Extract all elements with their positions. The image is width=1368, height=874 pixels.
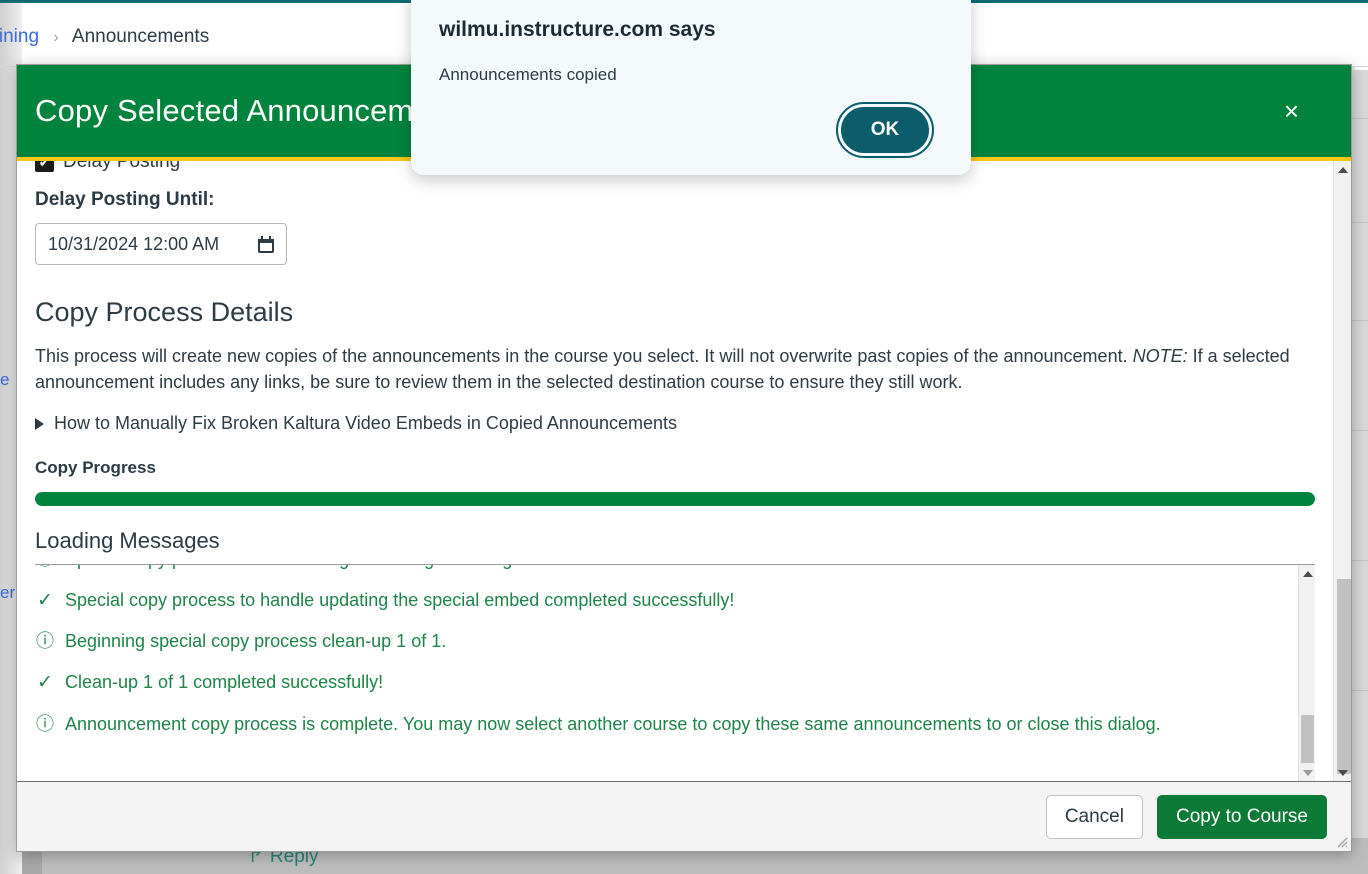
checkmark-icon: ✔ <box>38 161 51 170</box>
cancel-button[interactable]: Cancel <box>1045 794 1143 839</box>
breadcrumb: raining › Announcements <box>0 26 209 48</box>
modal-footer: Cancel Copy to Course <box>17 781 1351 851</box>
datetime-value: 10/31/2024 12:00 AM <box>48 233 220 254</box>
copy-progress-fill <box>35 492 1315 507</box>
background-link-fragment-1[interactable]: e <box>0 370 9 390</box>
modal-body-wrapper: ✔ Delay Posting Delay Posting Until: 10/… <box>17 161 1351 781</box>
modal-scroll-up-icon[interactable] <box>1334 161 1351 178</box>
log-message-text: Special copy process to handle updating … <box>65 589 735 610</box>
chevron-right-icon <box>35 417 44 430</box>
kaltura-help-label: How to Manually Fix Broken Kaltura Video… <box>54 413 678 434</box>
browser-alert-dialog: wilmu.instructure.com says Announcements… <box>411 0 971 175</box>
alert-actions: OK <box>439 102 943 158</box>
delay-posting-checkbox[interactable]: ✔ <box>35 161 54 172</box>
log-message-text: Clean-up 1 of 1 completed successfully! <box>65 671 384 692</box>
modal-scroll-down-icon[interactable] <box>1334 764 1351 781</box>
copy-process-details-heading: Copy Process Details <box>35 297 294 327</box>
info-circle-icon: ⓘ <box>35 565 55 571</box>
log-message-item: ⓘ Beginning special copy process clean-up… <box>35 621 1290 662</box>
log-message-item: ⓘ Announcement copy process is complete. … <box>35 704 1290 745</box>
check-icon: ✓ <box>37 589 53 611</box>
log-scrollbar[interactable] <box>1298 565 1315 781</box>
loading-messages-list: ⓘ Special copy process is still running. … <box>35 565 1298 781</box>
breadcrumb-current: Announcements <box>71 26 210 47</box>
loading-messages-panel: ⓘ Special copy process is still running. … <box>35 564 1315 781</box>
copy-to-course-button[interactable]: Copy to Course <box>1156 794 1327 839</box>
log-scroll-thumb[interactable] <box>1301 715 1314 764</box>
log-message-text: Beginning special copy process clean-up … <box>65 631 447 652</box>
description-part-1: This process will create new copies of t… <box>35 346 1133 366</box>
calendar-icon[interactable] <box>258 235 274 253</box>
log-message-text: Special copy process is still running. C… <box>65 565 667 571</box>
delay-posting-datetime-input[interactable]: 10/31/2024 12:00 AM <box>35 223 287 265</box>
background-link-fragment-2[interactable]: er <box>0 583 15 603</box>
copy-progress-label: Copy Progress <box>35 458 156 478</box>
modal-scrollbar[interactable] <box>1333 161 1351 781</box>
close-icon[interactable]: × <box>1276 94 1307 128</box>
delay-posting-until-label: Delay Posting Until: <box>35 189 215 210</box>
info-circle-icon: ⓘ <box>36 713 54 734</box>
copy-announcements-modal: Copy Selected Announcem × ✔ Delay Postin… <box>16 64 1352 852</box>
check-icon: ✓ <box>37 671 53 693</box>
delay-posting-label: Delay Posting <box>63 161 181 172</box>
description-note-label: NOTE: <box>1132 346 1188 366</box>
log-message-item: ✓ Clean-up 1 of 1 completed successfully! <box>35 662 1290 704</box>
log-message-item: ✓ Special copy process to handle updating… <box>35 580 1290 622</box>
kaltura-help-disclosure[interactable]: How to Manually Fix Broken Kaltura Video… <box>35 413 1315 434</box>
alert-ok-button[interactable]: OK <box>836 102 934 158</box>
modal-body: ✔ Delay Posting Delay Posting Until: 10/… <box>17 161 1333 781</box>
modal-title: Copy Selected Announcem <box>35 93 414 128</box>
copy-progress-bar <box>35 492 1315 507</box>
resize-grip-icon[interactable] <box>1334 834 1348 848</box>
copy-process-description: This process will create new copies of t… <box>35 344 1297 395</box>
alert-title: wilmu.instructure.com says <box>439 18 716 41</box>
loading-messages-heading: Loading Messages <box>35 528 220 554</box>
alert-message: Announcements copied <box>439 65 617 84</box>
log-scroll-up-icon[interactable] <box>1299 565 1315 582</box>
log-scroll-down-icon[interactable] <box>1299 764 1315 781</box>
log-message-item: ⓘ Special copy process is still running. … <box>35 565 1290 580</box>
breadcrumb-separator-icon: › <box>53 29 59 46</box>
modal-scroll-thumb[interactable] <box>1337 579 1351 774</box>
breadcrumb-course-link[interactable]: raining <box>0 26 39 47</box>
log-message-text: Announcement copy process is complete. Y… <box>65 713 1161 734</box>
info-circle-icon: ⓘ <box>36 631 54 652</box>
